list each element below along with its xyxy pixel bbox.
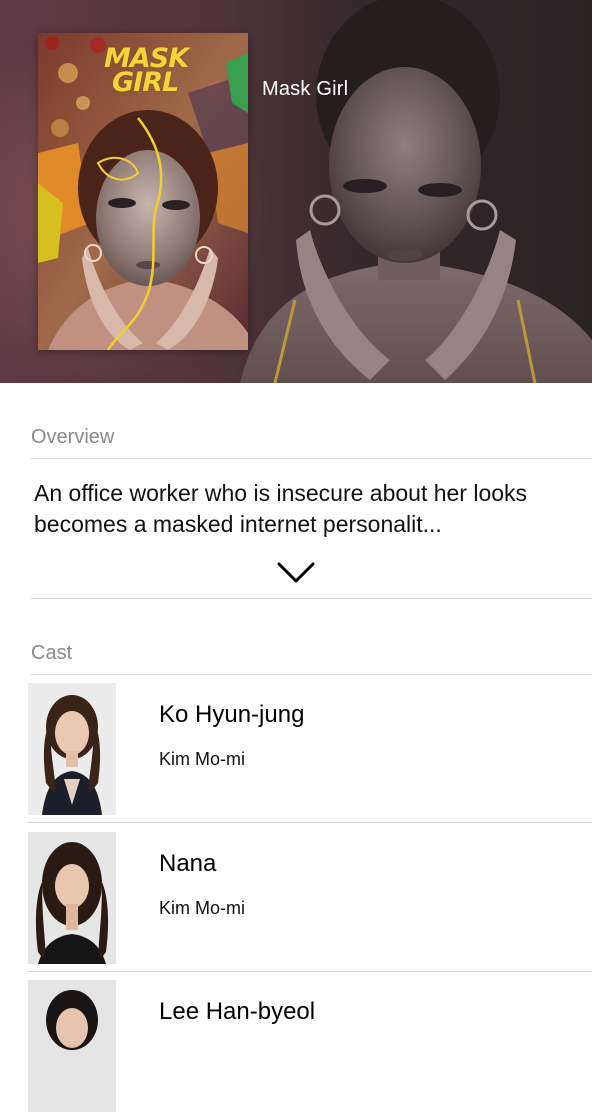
poster-title: MASK GIRL	[104, 45, 224, 98]
cast-role: Kim Mo-mi	[159, 749, 245, 769]
show-poster: MASK GIRL	[38, 33, 248, 350]
expand-overview-button[interactable]	[271, 556, 321, 590]
cast-row[interactable]: Nana Kim Mo-mi	[0, 824, 592, 972]
cast-name: Nana	[159, 850, 217, 877]
row-divider	[28, 822, 592, 823]
cast-row[interactable]: Lee Han-byeol	[0, 972, 592, 1120]
show-title: Mask Girl	[262, 78, 349, 100]
hero-banner: MASK GIRL Mask Girl	[0, 0, 592, 383]
chevron-down-icon	[277, 562, 315, 583]
overview-text: An office worker who is insecure about h…	[34, 480, 528, 537]
overview-header: Overview	[31, 426, 115, 448]
cast-role: Kim Mo-mi	[159, 898, 245, 918]
overview-header-divider	[31, 458, 592, 459]
cast-photo	[28, 980, 116, 1112]
cast-photo	[28, 683, 116, 815]
cast-row[interactable]: Ko Hyun-jung Kim Mo-mi	[0, 675, 592, 823]
poster-title-line-2: GIRL	[112, 67, 179, 98]
cast-name: Lee Han-byeol	[159, 998, 316, 1025]
overview-divider	[31, 598, 592, 599]
cast-photo	[28, 832, 116, 964]
cast-name: Ko Hyun-jung	[159, 701, 305, 728]
cast-header: Cast	[31, 642, 73, 664]
